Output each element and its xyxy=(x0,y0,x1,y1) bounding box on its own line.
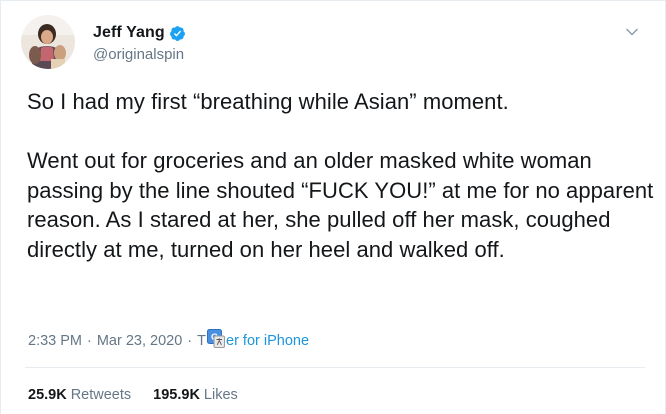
tweet-card: Jeff Yang @originalspin So I had my firs… xyxy=(0,0,666,414)
translate-icon: G xyxy=(207,328,225,348)
avatar[interactable] xyxy=(21,15,75,69)
tweet-time[interactable]: 2:33 PM xyxy=(28,333,82,349)
tweet-text: So I had my first “breathing while Asian… xyxy=(27,89,654,262)
meta-separator: · xyxy=(87,333,92,349)
retweets-stat[interactable]: 25.9K Retweets xyxy=(28,387,131,403)
display-name[interactable]: Jeff Yang xyxy=(93,24,165,42)
source-suffix: er for iPhone xyxy=(226,333,310,349)
user-handle[interactable]: @originalspin xyxy=(93,46,186,63)
avatar-image xyxy=(21,15,75,69)
likes-count: 195.9K xyxy=(153,387,200,403)
tweet-date[interactable]: Mar 23, 2020 xyxy=(97,333,182,349)
likes-stat[interactable]: 195.9K Likes xyxy=(153,387,238,403)
tweet-header: Jeff Yang @originalspin xyxy=(21,15,645,75)
source-prefix: T xyxy=(197,333,206,349)
retweets-count: 25.9K xyxy=(28,387,67,403)
tweet-source-link[interactable]: T G er for iPhone xyxy=(197,328,310,351)
divider xyxy=(25,367,645,368)
meta-separator: · xyxy=(187,333,193,349)
retweets-label: Retweets xyxy=(70,387,132,403)
tweet-meta: 2:33 PM · Mar 23, 2020 · T G er for iPho… xyxy=(28,328,310,351)
likes-label: Likes xyxy=(203,387,238,403)
name-row: Jeff Yang xyxy=(93,23,186,43)
tweet-stats: 25.9K Retweets 195.9K Likes xyxy=(28,387,238,403)
verified-badge-icon xyxy=(169,25,186,42)
user-block: Jeff Yang @originalspin xyxy=(93,23,186,63)
chevron-down-icon[interactable] xyxy=(625,25,639,39)
